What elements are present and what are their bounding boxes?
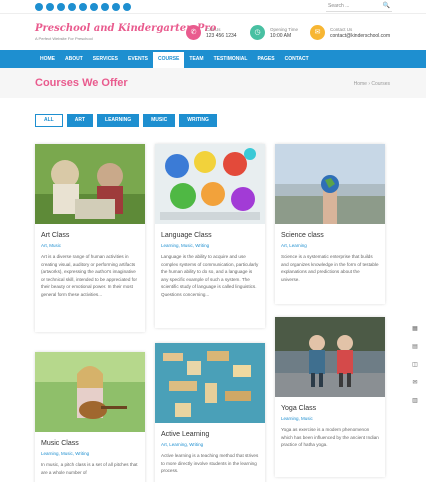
course-title[interactable]: Science class [281,232,324,239]
twitter-icon[interactable] [46,3,54,11]
info-icon[interactable]: ◫ [410,360,420,370]
course-card-art[interactable]: Art Class Art, Music Art is a diverse ra… [35,144,145,332]
mail-icon: ✉ [310,25,325,40]
pinterest-icon[interactable] [79,3,87,11]
course-image-music[interactable] [35,352,145,432]
search-input[interactable]: Search ... 🔍 [326,2,392,12]
linkedin-icon[interactable] [90,3,98,11]
grid-icon[interactable]: ▦ [410,324,420,334]
hours-label: Opening Time [270,27,299,32]
course-description: Art is a diverse range of human activiti… [41,254,138,297]
facebook-icon[interactable] [35,3,43,11]
youtube-icon[interactable] [68,3,76,11]
course-tags[interactable]: Art, Music [41,243,61,248]
call-value[interactable]: 123 456 1234 [206,33,237,39]
course-title[interactable]: Yoga Class [281,405,316,412]
cart-icon[interactable]: ▤ [410,342,420,352]
course-image-language[interactable] [155,144,265,224]
filter-art[interactable]: ART [66,114,94,127]
page-title-bar: Courses We Offer Home › Courses [0,68,426,98]
course-tags[interactable]: Learning, Music, Writing [161,243,209,248]
search-icon[interactable]: 🔍 [383,2,390,9]
nav-course[interactable]: COURSE [153,50,185,68]
phone-icon: ✆ [186,25,201,40]
filter-all[interactable]: ALL [35,114,63,127]
nav-services[interactable]: SERVICES [88,50,123,68]
filter-learning[interactable]: LEARNING [97,114,140,127]
nav-home[interactable]: HOME [35,50,60,68]
filter-writing[interactable]: WRITING [179,114,217,127]
instagram-icon[interactable] [57,3,65,11]
hours-value: 10:00 AM [270,33,292,39]
doc-icon[interactable]: ▥ [410,396,420,406]
main-nav: HOME ABOUT SERVICES EVENTS COURSE TEAM T… [0,50,426,68]
nav-pages[interactable]: PAGES [252,50,279,68]
course-card-active-learning[interactable]: Active Learning Art, Learning, Writing A… [155,343,265,482]
course-image-art[interactable] [35,144,145,224]
course-title[interactable]: Language Class [161,232,212,239]
top-bar: Search ... 🔍 [0,0,426,14]
call-label: Call Us [206,27,221,32]
nav-testimonial[interactable]: TESTIMONIAL [209,50,253,68]
site-tagline: A Perfect Website For Preschool [35,36,93,41]
course-title[interactable]: Active Learning [161,431,209,438]
site-header: Preschool and Kindergarten Pro A Perfect… [0,14,426,54]
contact-label: Contact Us [330,27,353,32]
nav-team[interactable]: TEAM [184,50,208,68]
course-description: Active learning is a teaching method tha… [161,453,259,474]
floating-toolbar: ▦ ▤ ◫ ✉ ▥ [410,324,420,406]
snapchat-icon[interactable] [101,3,109,11]
course-card-language[interactable]: Language Class Learning, Music, Writing … [155,144,265,328]
course-title[interactable]: Art Class [41,232,69,239]
mail-icon[interactable]: ✉ [410,378,420,388]
course-title[interactable]: Music Class [41,440,79,447]
course-tags[interactable]: Art, Learning [281,243,307,248]
contact-value[interactable]: contact@kinderschool.com [330,33,390,39]
filter-music[interactable]: MUSIC [143,114,176,127]
course-tags[interactable]: Art, Learning, Writing [161,442,203,447]
nav-contact[interactable]: CONTACT [280,50,314,68]
course-card-science[interactable]: Science class Art, Learning Science is a… [275,144,385,304]
nav-events[interactable]: EVENTS [123,50,153,68]
course-description: Language is the ability to acquire and u… [161,254,259,297]
course-card-yoga[interactable]: Yoga Class Learning, Music Yoga as exerc… [275,317,385,477]
course-card-music[interactable]: Music Class Learning, Music, Writing In … [35,352,145,482]
breadcrumb[interactable]: Home › Courses [354,81,390,87]
page-title: Courses We Offer [35,77,128,89]
course-description: In music, a pitch class is a set of all … [41,462,138,475]
course-image-science[interactable] [275,144,385,224]
vk-icon[interactable] [123,3,131,11]
course-tags[interactable]: Learning, Music, Writing [41,451,89,456]
search-placeholder: Search ... [328,3,350,9]
course-image-active-learning[interactable] [155,343,265,423]
course-tags[interactable]: Learning, Music [281,416,313,421]
youtube-icon[interactable] [112,3,120,11]
social-links [35,3,131,11]
course-description: Yoga as exercise is a modern phenomenon … [281,427,379,448]
nav-about[interactable]: ABOUT [60,50,88,68]
course-image-yoga[interactable] [275,317,385,397]
course-description: Science is a systematic enterprise that … [281,254,379,282]
course-filters: ALL ART LEARNING MUSIC WRITING [35,114,217,127]
clock-icon: ◷ [250,25,265,40]
